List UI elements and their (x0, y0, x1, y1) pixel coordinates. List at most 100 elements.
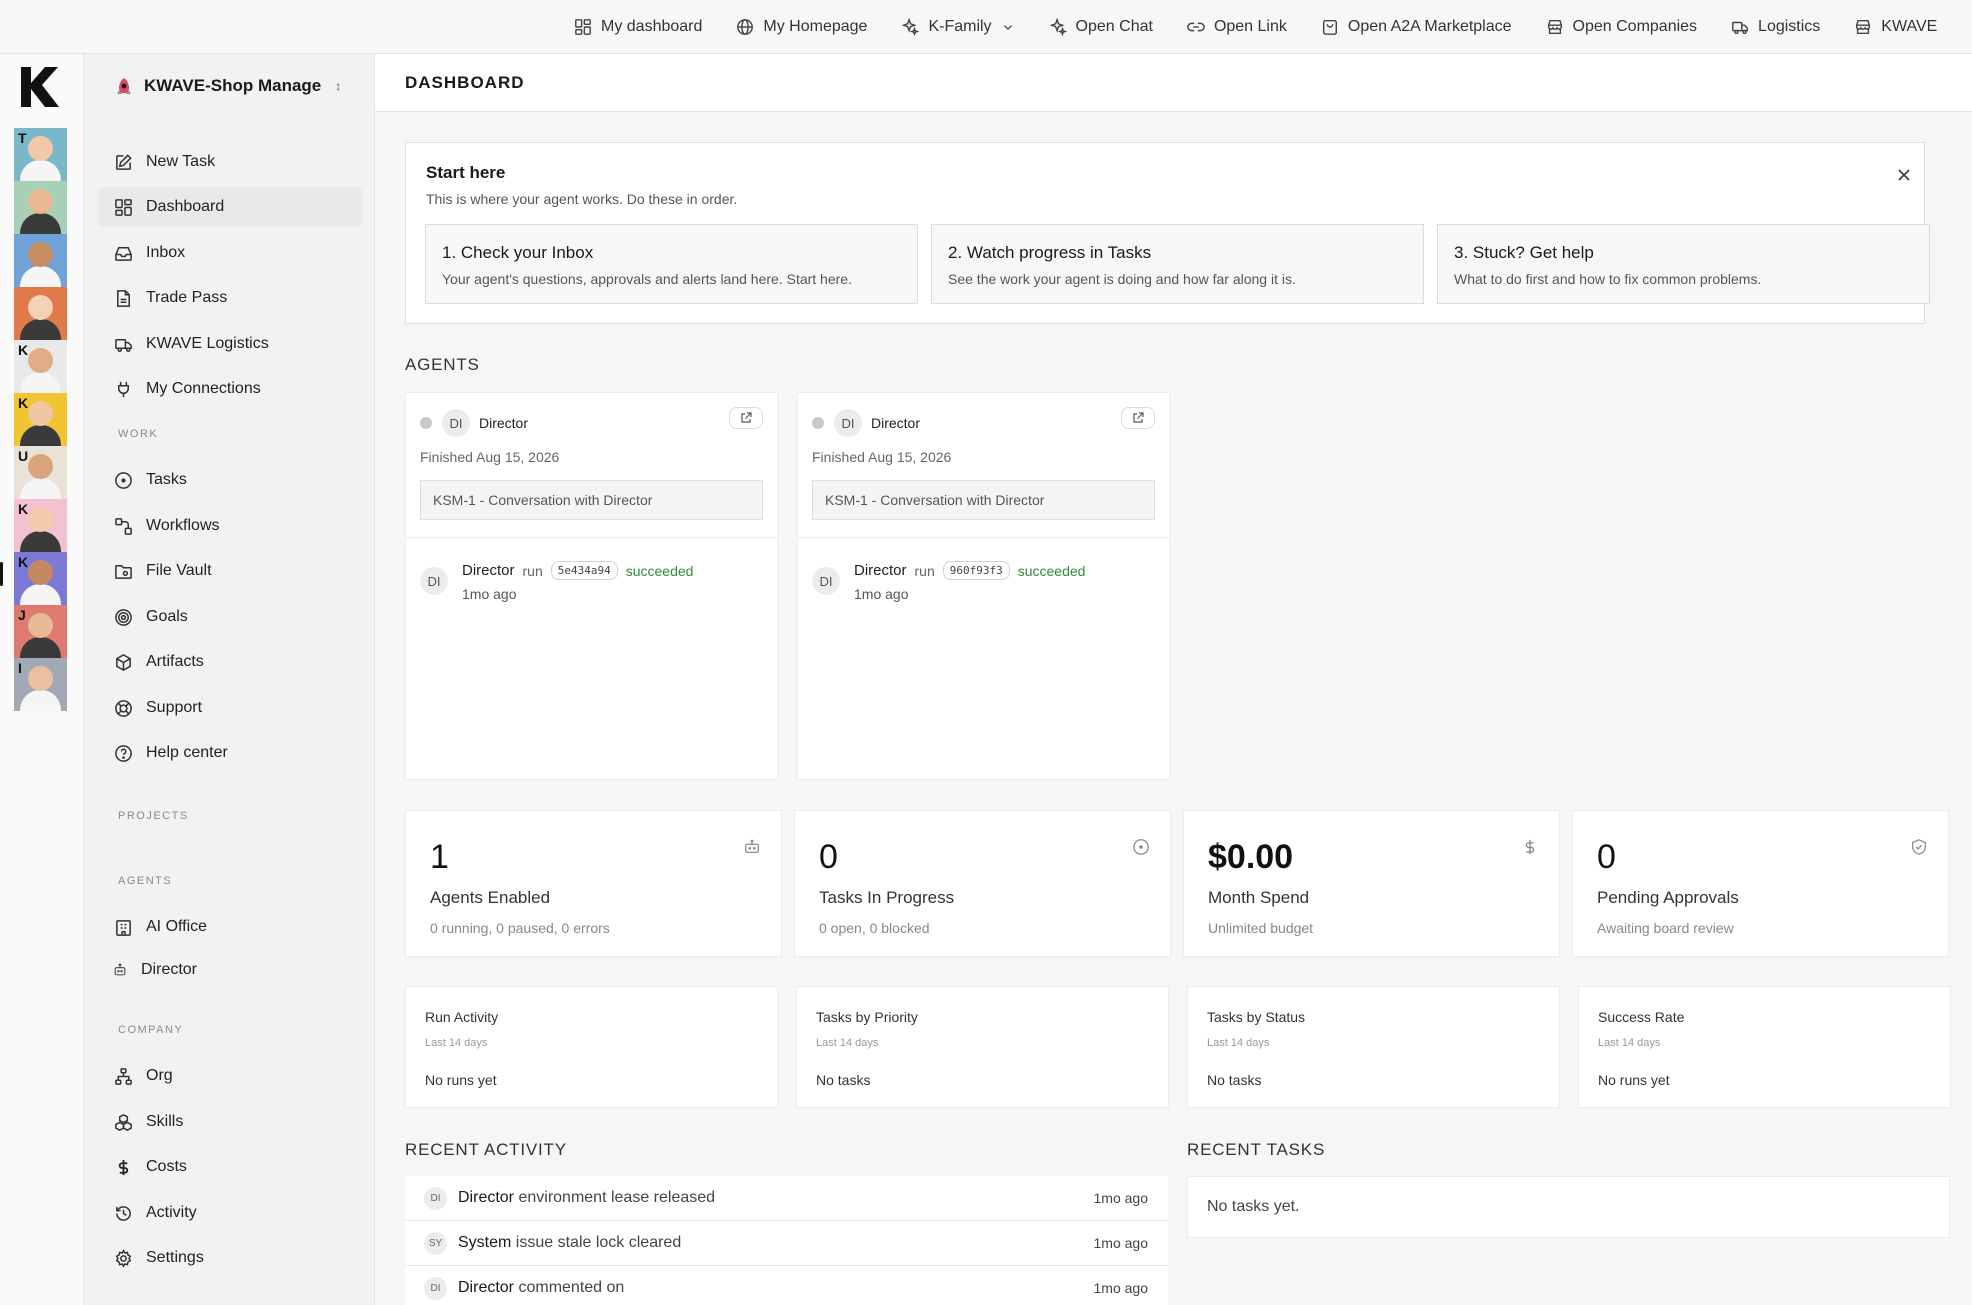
sidebar-item-goals[interactable]: Goals (98, 597, 362, 637)
active-company-marker (0, 562, 3, 586)
store-icon (1856, 19, 1871, 35)
sidebar-item-new-task[interactable]: New Task (98, 142, 362, 182)
sidebar-item-workflows[interactable]: Workflows (98, 506, 362, 546)
sidebar-item-trade-pass[interactable]: Trade Pass (98, 278, 362, 318)
sidebar-item-label: Org (146, 1067, 173, 1084)
company-avatar[interactable]: T (14, 128, 67, 181)
company-avatar[interactable]: K (14, 499, 67, 552)
truck-icon (115, 338, 132, 352)
sidebar-item-label: Settings (146, 1249, 204, 1266)
company-avatar[interactable]: K (14, 393, 67, 446)
avatar-figure (20, 425, 61, 446)
list-item[interactable]: DI Director commented on 1mo ago (405, 1266, 1168, 1305)
kwave-logo[interactable] (18, 64, 62, 110)
top-nav-logistics[interactable]: Logistics (1731, 18, 1820, 36)
step-check-inbox[interactable]: 1. Check your Inbox Your agent's questio… (425, 224, 918, 304)
sidebar-item-support[interactable]: Support (98, 688, 362, 728)
activity-text: System issue stale lock cleared (458, 1234, 681, 1252)
edit-icon (116, 153, 132, 170)
sidebar-item-label: AI Office (146, 918, 208, 935)
sidebar-item-help-center[interactable]: Help center (98, 733, 362, 773)
company-avatar[interactable] (14, 287, 67, 340)
step-get-help[interactable]: 3. Stuck? Get help What to do first and … (1437, 224, 1930, 304)
sidebar-item-tasks[interactable]: Tasks (98, 460, 362, 500)
avatar-figure (20, 266, 61, 287)
sidebar-item-kwave-logistics[interactable]: KWAVE Logistics (98, 324, 362, 364)
stat-month-spend[interactable]: $0.00 Month Spend Unlimited budget (1183, 810, 1560, 957)
stat-agents-enabled[interactable]: 1 Agents Enabled 0 running, 0 paused, 0 … (405, 810, 782, 957)
stat-subtext: Awaiting board review (1597, 920, 1734, 936)
company-avatar[interactable]: I (14, 658, 67, 711)
bag-icon (1322, 19, 1337, 35)
document-icon (117, 289, 130, 307)
run-avatar: DI (812, 567, 840, 595)
company-avatar[interactable] (14, 181, 67, 234)
sidebar-item-inbox[interactable]: Inbox (98, 233, 362, 273)
sidebar-item-label: Goals (146, 608, 188, 625)
workspace-switcher[interactable]: KWAVE-Shop Manage ↕ (114, 71, 364, 101)
step-watch-progress[interactable]: 2. Watch progress in Tasks See the work … (931, 224, 1424, 304)
sparkle-icon (1049, 18, 1067, 36)
open-agent-button[interactable] (1121, 407, 1155, 429)
stat-value: $0.00 (1208, 838, 1294, 876)
activity-text: Director commented on (458, 1279, 624, 1297)
stat-value: 0 (819, 838, 838, 876)
company-avatar[interactable]: K (14, 340, 67, 393)
list-item[interactable]: DI Director environment lease released 1… (405, 1176, 1168, 1221)
sidebar-item-activity[interactable]: Activity (98, 1193, 362, 1233)
stat-subtext: 0 running, 0 paused, 0 errors (430, 920, 610, 936)
agent-conversation-link[interactable]: KSM-1 - Conversation with Director (812, 480, 1155, 520)
sidebar-item-dashboard[interactable]: Dashboard (98, 187, 362, 227)
company-avatar[interactable]: U (14, 446, 67, 499)
top-nav-open-link[interactable]: Open Link (1187, 18, 1287, 36)
sidebar-item-my-connections[interactable]: My Connections (98, 369, 362, 409)
activity-actor: Director (458, 1279, 515, 1296)
list-item[interactable]: SY System issue stale lock cleared 1mo a… (405, 1221, 1168, 1266)
sidebar-item-costs[interactable]: Costs (98, 1147, 362, 1187)
top-nav-my-homepage[interactable]: My Homepage (736, 18, 867, 36)
sidebar-item-org[interactable]: Org (98, 1056, 362, 1096)
chevron-down-icon (1003, 25, 1012, 30)
sidebar-item-director[interactable]: Director (98, 950, 362, 990)
company-initial: I (18, 660, 22, 676)
top-nav-kwave[interactable]: KWAVE (1854, 18, 1937, 36)
circle-dot-icon (115, 471, 132, 489)
company-avatar[interactable]: K (14, 552, 67, 605)
top-nav-label: Open Companies (1572, 18, 1698, 35)
agent-avatar: DI (442, 409, 470, 437)
sidebar-item-artifacts[interactable]: Artifacts (98, 642, 362, 682)
top-nav-k-family[interactable]: K-Family (901, 18, 1014, 36)
top-nav-my-dashboard[interactable]: My dashboard (574, 18, 702, 36)
close-icon[interactable] (1896, 167, 1912, 183)
link-icon (1187, 22, 1205, 32)
agent-card[interactable]: DI Director Finished Aug 15, 2026 KSM-1 … (797, 392, 1171, 780)
cube-icon (116, 653, 131, 671)
stat-pending-approvals[interactable]: 0 Pending Approvals Awaiting board revie… (1572, 810, 1949, 957)
activity-actor: System (458, 1234, 512, 1251)
open-agent-button[interactable] (729, 407, 763, 429)
company-avatar[interactable]: J (14, 605, 67, 658)
page-header: DASHBOARD (375, 54, 1972, 112)
avatar-figure (20, 637, 61, 658)
agent-conversation-link[interactable]: KSM-1 - Conversation with Director (420, 480, 763, 520)
company-avatar[interactable] (14, 234, 67, 287)
sidebar-item-ai-office[interactable]: AI Office (98, 907, 362, 947)
chart-title: Success Rate (1598, 1009, 1685, 1025)
stat-tasks-in-progress[interactable]: 0 Tasks In Progress 0 open, 0 blocked (794, 810, 1171, 957)
run-summary[interactable]: Director run 960f93f3 succeeded (854, 561, 1085, 580)
dollar-icon (118, 1159, 129, 1175)
run-status: succeeded (625, 562, 694, 579)
external-link-icon (1133, 412, 1144, 423)
top-nav-label: Open A2A Marketplace (1347, 18, 1512, 35)
top-nav-open-chat[interactable]: Open Chat (1049, 18, 1153, 36)
sidebar-item-label: Director (141, 961, 198, 978)
sidebar-item-file-vault[interactable]: File Vault (98, 551, 362, 591)
run-summary[interactable]: Director run 5e434a94 succeeded (462, 561, 693, 580)
agent-card[interactable]: DI Director Finished Aug 15, 2026 KSM-1 … (405, 392, 779, 780)
top-nav-open-companies[interactable]: Open Companies (1546, 18, 1698, 36)
sidebar-item-skills[interactable]: Skills (98, 1102, 362, 1142)
stat-label: Tasks In Progress (819, 888, 955, 907)
boxes-icon (115, 1113, 132, 1131)
sidebar-item-settings[interactable]: Settings (98, 1238, 362, 1278)
top-nav-open-a2a-marketplace[interactable]: Open A2A Marketplace (1321, 18, 1512, 36)
